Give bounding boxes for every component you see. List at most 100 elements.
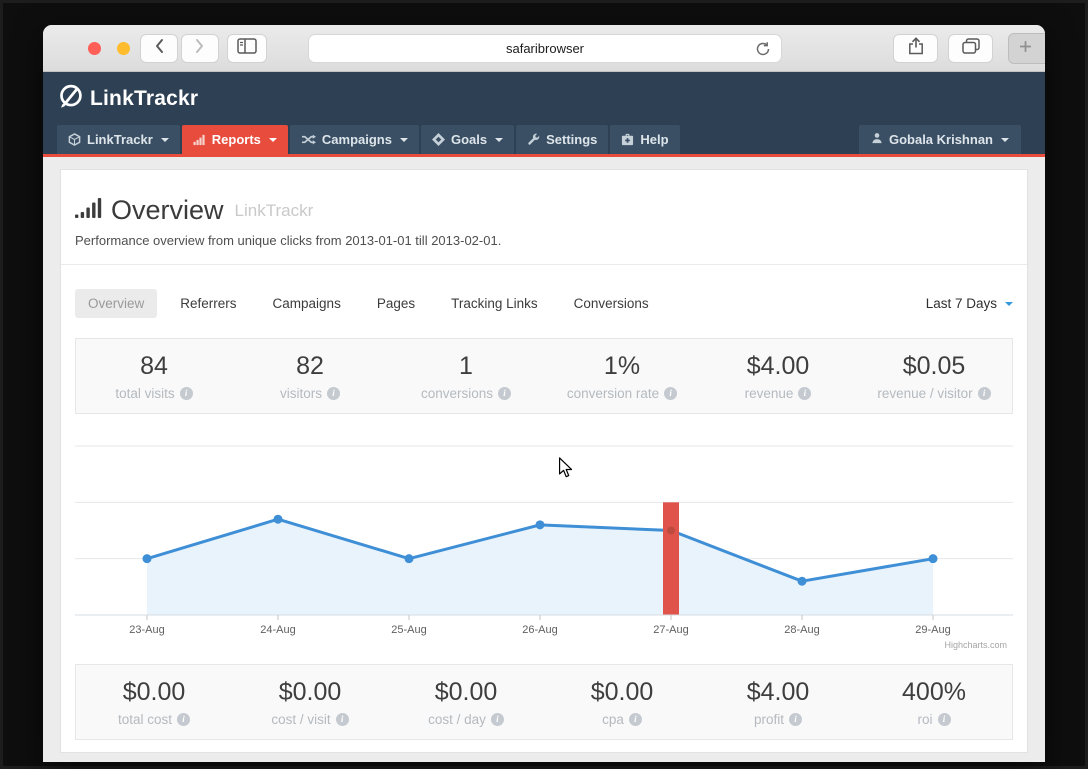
info-icon[interactable] (937, 713, 951, 726)
chevron-down-icon (495, 137, 504, 142)
stat-value: 84 (140, 352, 168, 380)
browser-titlebar: safaribrowser (43, 25, 1045, 72)
info-icon[interactable] (490, 713, 504, 726)
svg-text:26-Aug: 26-Aug (522, 624, 557, 636)
tab-tracking-links[interactable]: Tracking Links (438, 289, 551, 318)
info-icon[interactable] (327, 387, 340, 400)
share-button[interactable] (893, 34, 938, 63)
tab-overview-button[interactable] (948, 34, 993, 63)
minimize-window-button[interactable] (117, 42, 130, 55)
signal-bars-icon (75, 198, 102, 223)
stat-label: conversion rate (566, 386, 660, 401)
share-icon (908, 37, 924, 60)
stat-roi: 400% roi (856, 665, 1012, 739)
tab-pages[interactable]: Pages (364, 289, 428, 318)
tab-referrers[interactable]: Referrers (167, 289, 249, 318)
stats-row-bottom: $0.00 total cost $0.00 cost / visit $0.0… (75, 664, 1013, 740)
tab-overview[interactable]: Overview (75, 289, 158, 318)
info-icon[interactable] (798, 387, 812, 400)
stat-value: $0.00 (122, 678, 186, 706)
info-icon[interactable] (498, 387, 512, 400)
stat-total-visits: 84 total visits (76, 339, 232, 413)
nav-item-campaigns[interactable]: Campaigns (289, 125, 419, 154)
chevron-down-icon (1001, 137, 1009, 142)
stat-label: conversions (420, 386, 494, 401)
tab-conversions[interactable]: Conversions (561, 289, 662, 318)
sidebar-icon (237, 38, 257, 59)
plus-icon (1019, 40, 1032, 58)
sidebar-toggle-button[interactable] (227, 34, 267, 63)
stat-label: visitors (279, 386, 322, 401)
browser-window: safaribrowser LinkTrackr LinkTrackr Repo… (43, 25, 1045, 762)
stat-conversion-rate: 1% conversion rate (544, 339, 700, 413)
info-icon[interactable] (177, 713, 191, 726)
stat-cpa: $0.00 cpa (544, 665, 700, 739)
stat-value: $4.00 (746, 352, 810, 380)
stat-label: cpa (602, 712, 624, 727)
svg-text:23-Aug: 23-Aug (129, 624, 164, 636)
medkit-icon (621, 133, 634, 146)
nav-label: Goals (450, 132, 488, 147)
stat-label: cost / day (428, 712, 486, 727)
nav-item-help[interactable]: Help (610, 125, 680, 154)
stat-cost-per-visit: $0.00 cost / visit (232, 665, 388, 739)
page-title-block: Overview LinkTrackr Performance overview… (61, 170, 1027, 265)
app-logo[interactable]: LinkTrackr (57, 83, 198, 115)
overview-card: Overview LinkTrackr Performance overview… (60, 169, 1028, 753)
forward-button[interactable] (181, 34, 219, 63)
stat-value: $0.00 (278, 678, 342, 706)
report-tabs: Overview Referrers Campaigns Pages Track… (75, 289, 1013, 318)
tab-campaigns[interactable]: Campaigns (260, 289, 354, 318)
stat-visitors: 82 visitors (232, 339, 388, 413)
forward-icon (195, 38, 205, 59)
info-icon[interactable] (628, 713, 642, 726)
stat-value: $4.00 (746, 678, 810, 706)
nav-item-goals[interactable]: Goals (420, 125, 515, 154)
page-content: Overview LinkTrackr Performance overview… (43, 157, 1045, 759)
info-icon[interactable] (789, 713, 802, 726)
svg-text:Highcharts.com: Highcharts.com (944, 640, 1007, 650)
back-icon (154, 38, 164, 59)
stat-revenue: $4.00 revenue (700, 339, 856, 413)
nav-label: Campaigns (321, 132, 392, 147)
back-button[interactable] (140, 34, 178, 63)
page-title-suffix: LinkTrackr (234, 200, 314, 220)
app-logo-text: LinkTrackr (90, 87, 199, 110)
stat-profit: $4.00 profit (700, 665, 856, 739)
visits-chart[interactable]: 23-Aug 24-Aug 25-Aug 26-Aug 27-Aug 28-Aug 29-A… (75, 420, 1013, 652)
new-tab-button[interactable] (1008, 33, 1045, 64)
chevron-down-icon (399, 137, 408, 142)
chevron-down-icon (1005, 301, 1013, 306)
date-range-label: Last 7 Days (925, 296, 997, 311)
close-window-button[interactable] (88, 42, 101, 55)
stat-value: $0.05 (902, 352, 966, 380)
stat-value: $0.00 (434, 678, 498, 706)
shuffle-icon (301, 133, 316, 146)
overview-chart-svg[interactable]: 23-Aug 24-Aug 25-Aug 26-Aug 27-Aug 28-Aug 29-A… (75, 420, 1013, 652)
info-icon[interactable] (977, 387, 991, 400)
user-name: Gobala Krishnan (888, 132, 993, 147)
stats-row-top: 84 total visits 82 visitors 1 conversion… (75, 338, 1013, 414)
nav-item-linktrackr[interactable]: LinkTrackr (57, 125, 180, 154)
info-icon[interactable] (664, 387, 678, 400)
page-subtitle: Performance overview from unique clicks … (75, 233, 502, 248)
nav-item-settings[interactable]: Settings (516, 125, 609, 154)
user-icon (871, 132, 883, 147)
info-icon[interactable] (179, 387, 193, 400)
address-bar[interactable]: safaribrowser (308, 34, 782, 63)
stat-value: 400% (902, 678, 966, 706)
date-range-picker[interactable]: Last 7 Days (926, 296, 1013, 311)
chevron-down-icon (268, 137, 277, 142)
nav-label: Settings (546, 132, 598, 147)
user-menu[interactable]: Gobala Krishnan (858, 125, 1021, 154)
app-header: LinkTrackr LinkTrackr Reports Campaigns … (43, 72, 1045, 157)
wrench-icon (527, 133, 540, 146)
nav-item-reports[interactable]: Reports (181, 125, 288, 154)
stat-label: profit (753, 712, 784, 727)
linktrackr-logo-icon (57, 83, 84, 115)
stat-label: revenue / visitor (877, 386, 973, 401)
stat-conversions: 1 conversions (388, 339, 544, 413)
refresh-icon[interactable] (755, 41, 771, 60)
info-icon[interactable] (335, 713, 349, 726)
page-title: Overview (111, 195, 224, 225)
